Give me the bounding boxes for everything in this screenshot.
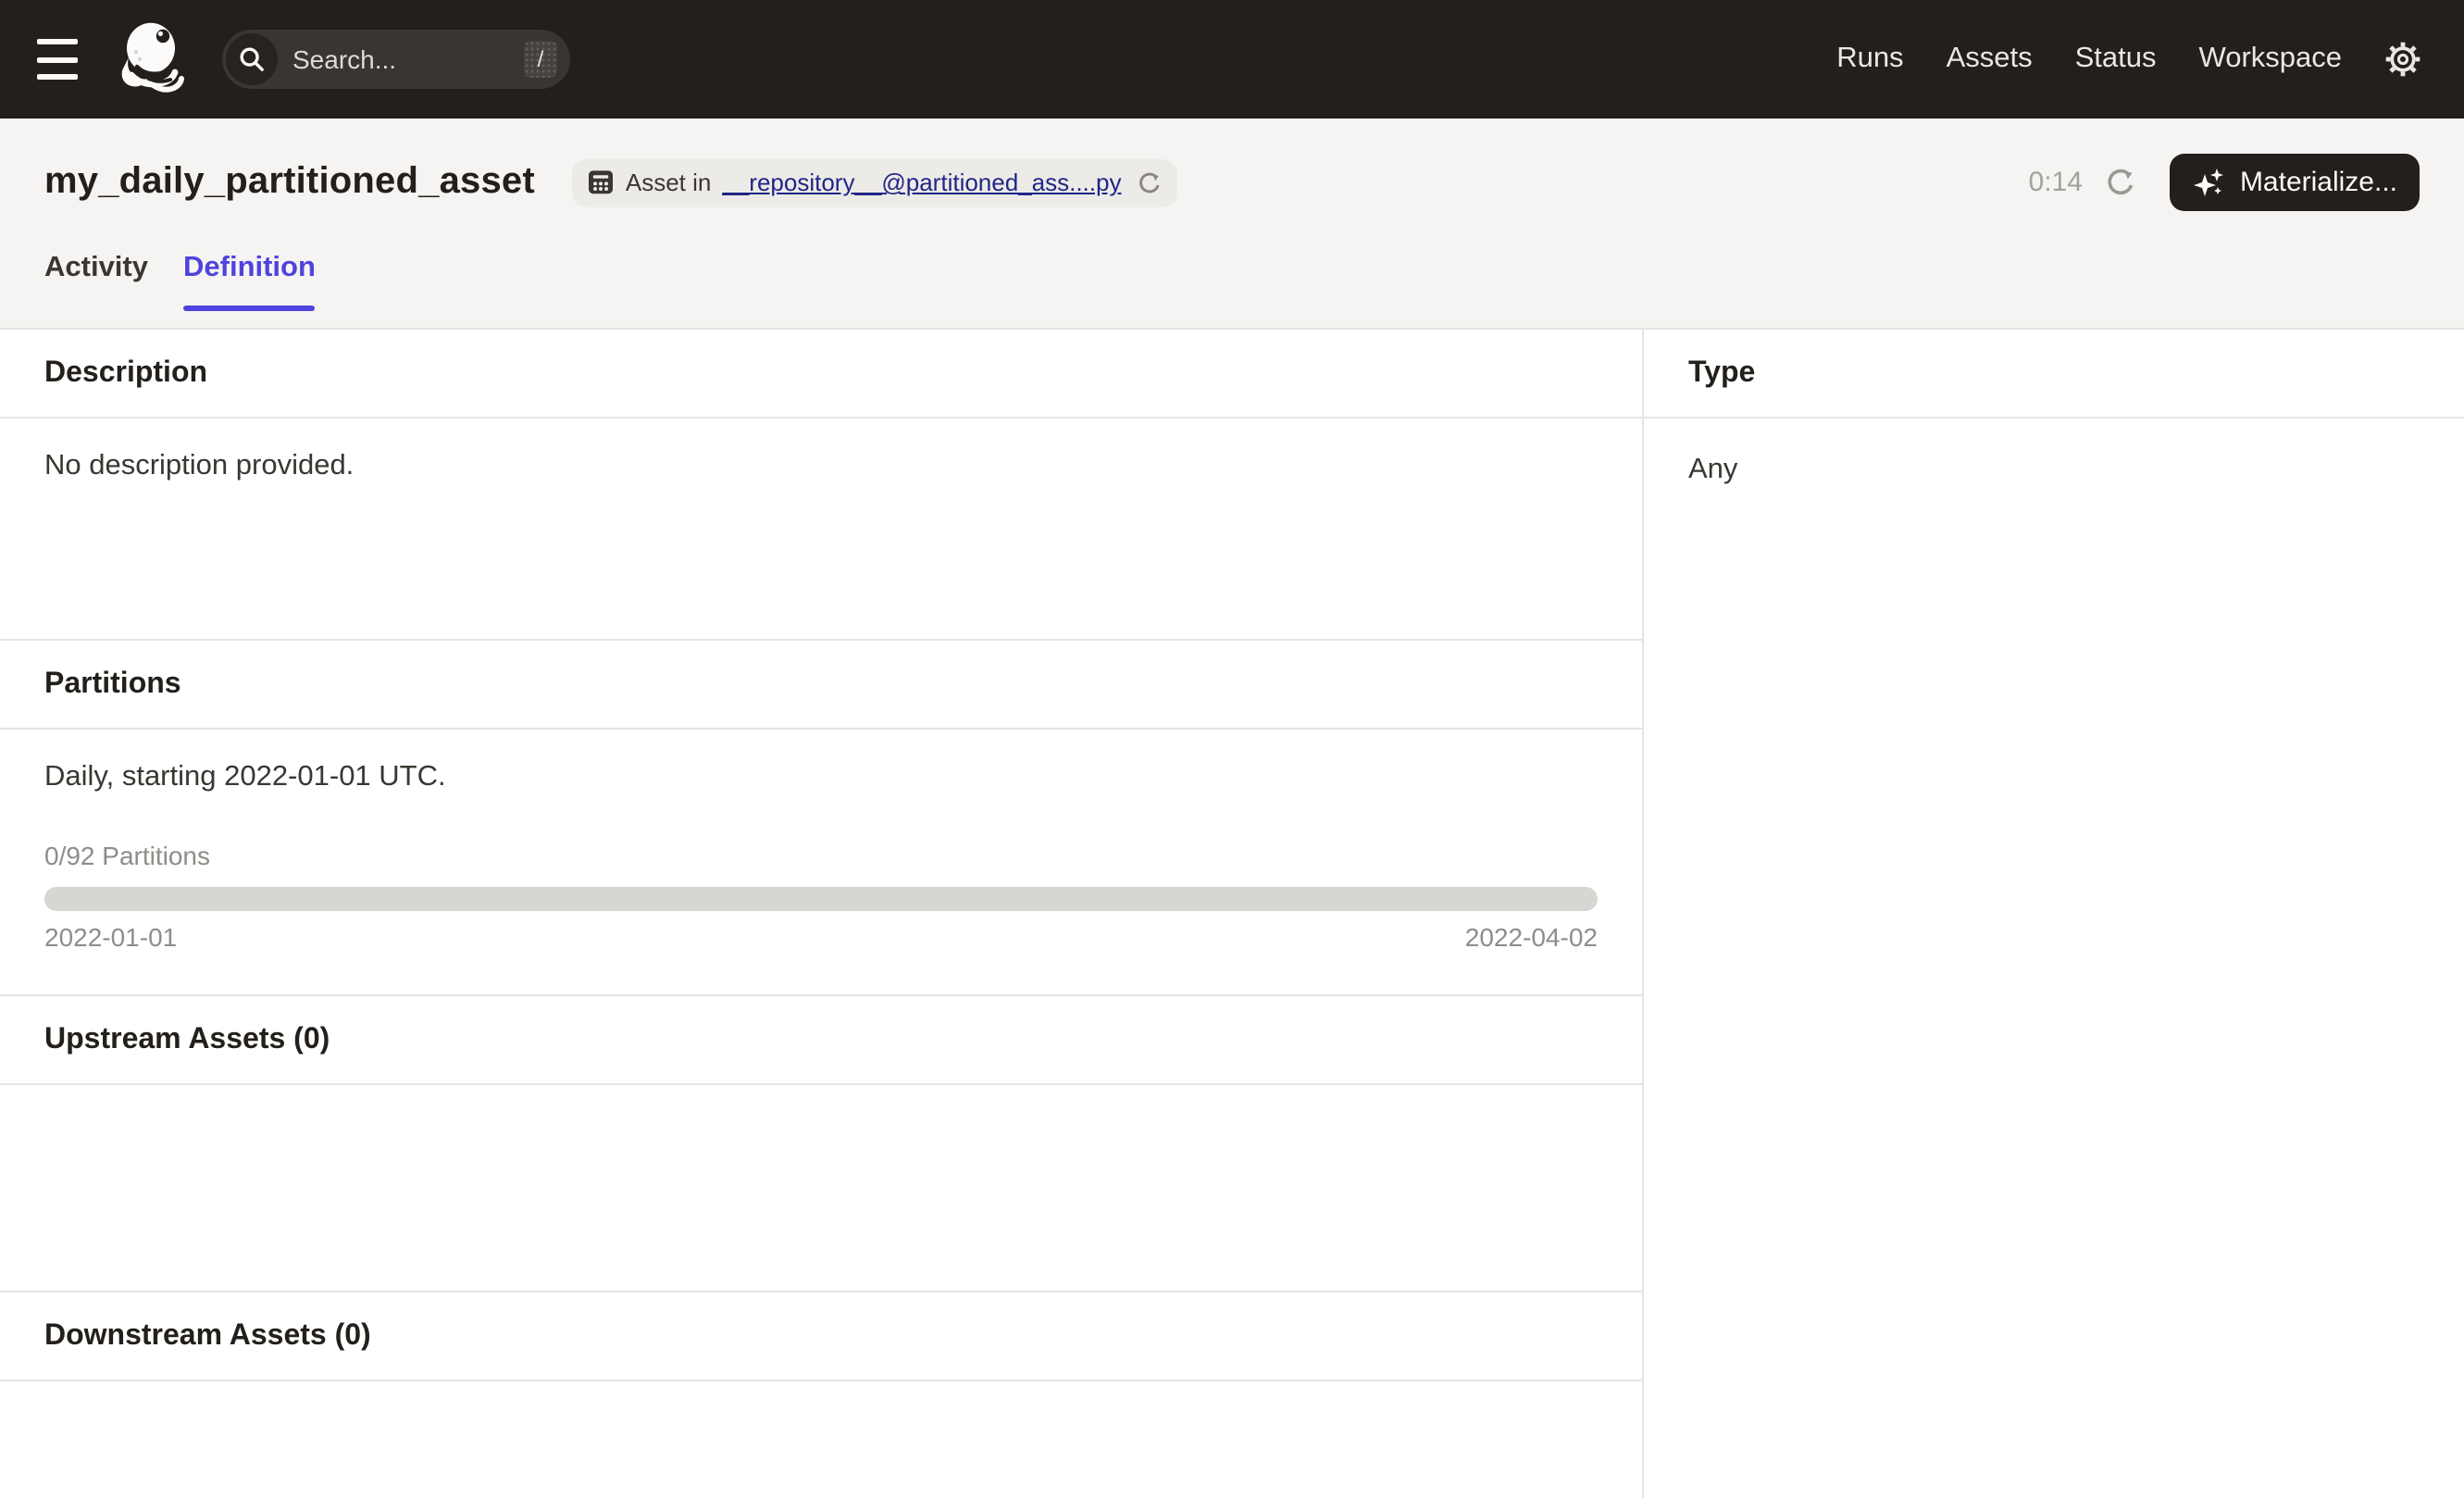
search-input[interactable]: Search... /	[222, 30, 570, 89]
search-shortcut-badge: /	[524, 41, 557, 78]
tab-bar: Activity Definition	[44, 246, 2420, 311]
downstream-assets-body	[0, 1381, 1642, 1498]
page-header: my_daily_partitioned_asset Asset in __re…	[0, 119, 2464, 330]
nav-link-status[interactable]: Status	[2075, 43, 2157, 76]
sparkle-icon	[2192, 166, 2225, 199]
page-header-actions: 0:14 Materialize...	[2029, 154, 2420, 211]
materialize-button[interactable]: Materialize...	[2169, 154, 2420, 211]
asset-chip-prefix: Asset in	[625, 169, 712, 196]
dagster-logo-icon[interactable]	[115, 17, 193, 102]
partition-range-end: 2022-04-02	[1464, 922, 1598, 952]
type-heading-label: Type	[1688, 356, 1756, 388]
partition-progress-label: 0/92 Partitions	[44, 841, 210, 870]
type-section-heading: Type	[1644, 330, 2464, 418]
refresh-icon[interactable]	[2105, 167, 2136, 198]
type-section-body: Any	[1644, 418, 2464, 518]
partitions-section-heading: Partitions	[0, 641, 1642, 730]
partitions-summary-text: Daily, starting 2022-01-01 UTC.	[44, 761, 446, 793]
reload-location-icon[interactable]	[1136, 169, 1162, 195]
partitions-heading-label: Partitions	[44, 668, 181, 699]
code-location-link[interactable]: __repository__@partitioned_ass....py	[722, 169, 1121, 196]
definition-main-column: Description No description provided. Par…	[0, 330, 1644, 1498]
page-title: my_daily_partitioned_asset	[44, 161, 535, 202]
nav-link-runs[interactable]: Runs	[1836, 43, 1903, 76]
top-navbar: Search... / Runs Assets Status Workspace	[0, 0, 2464, 119]
type-side-column: Type Any	[1644, 330, 2464, 1498]
materialize-button-label: Materialize...	[2239, 167, 2397, 198]
dagster-app: Search... / Runs Assets Status Workspace	[0, 0, 2464, 1498]
partition-progress-bar	[44, 887, 1598, 911]
partition-range-row: 2022-01-01 2022-04-02	[44, 922, 1598, 952]
upstream-heading-label: Upstream Assets (0)	[44, 1023, 330, 1055]
description-section-body: No description provided.	[0, 418, 1642, 641]
settings-gear-icon[interactable]	[2383, 39, 2423, 80]
downstream-assets-heading: Downstream Assets (0)	[0, 1292, 1642, 1381]
upstream-assets-heading: Upstream Assets (0)	[0, 996, 1642, 1085]
refresh-countdown: 0:14	[2028, 167, 2083, 198]
partitions-section-body: Daily, starting 2022-01-01 UTC. 0/92 Par…	[0, 730, 1642, 996]
partition-range-start: 2022-01-01	[44, 922, 178, 952]
primary-nav: Runs Assets Status Workspace	[1836, 43, 2342, 76]
repository-icon	[587, 169, 615, 196]
nav-link-workspace[interactable]: Workspace	[2199, 43, 2343, 76]
hamburger-menu-button[interactable]	[37, 39, 85, 80]
search-icon	[226, 33, 278, 85]
tab-definition[interactable]: Definition	[183, 252, 316, 311]
search-placeholder: Search...	[292, 44, 397, 74]
type-value: Any	[1688, 454, 1738, 485]
description-text: No description provided.	[44, 450, 355, 481]
page-header-title-row: my_daily_partitioned_asset Asset in __re…	[44, 119, 2420, 246]
nav-link-assets[interactable]: Assets	[1947, 43, 2033, 76]
definition-content: Description No description provided. Par…	[0, 330, 2464, 1498]
asset-location-chip[interactable]: Asset in __repository__@partitioned_ass.…	[571, 158, 1177, 206]
upstream-assets-body	[0, 1085, 1642, 1292]
tab-activity[interactable]: Activity	[44, 252, 148, 311]
description-heading-label: Description	[44, 356, 208, 388]
downstream-heading-label: Downstream Assets (0)	[44, 1319, 371, 1351]
description-section-heading: Description	[0, 330, 1642, 418]
